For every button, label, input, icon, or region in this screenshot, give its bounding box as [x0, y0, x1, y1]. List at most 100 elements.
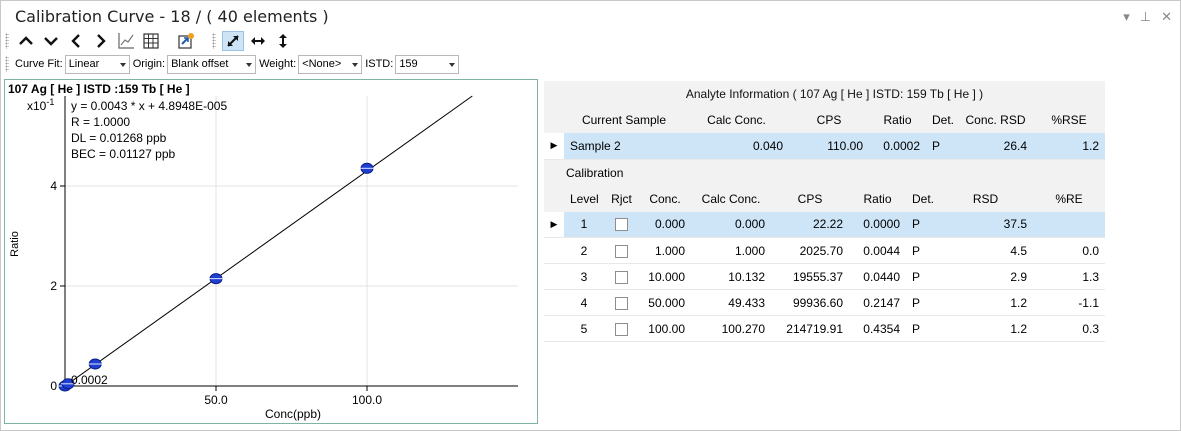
rsd-cell: 37.5 [938, 211, 1033, 238]
calibration-row[interactable]: 3 10.000 10.132 19555.37 0.0440 P 2.9 1.… [544, 263, 1105, 290]
toolbar-grip-2[interactable] [212, 33, 216, 49]
sample-name: Sample 2 [564, 133, 684, 160]
col-rjct: Rjct [604, 185, 639, 212]
istd-select[interactable]: 159 [395, 54, 460, 74]
zoom-vertical-button[interactable] [272, 31, 294, 51]
pin-icon[interactable]: ⊥ [1140, 10, 1151, 24]
next-element-button[interactable] [90, 31, 112, 51]
table-view-button[interactable] [140, 31, 162, 51]
col-current-sample: Current Sample [564, 107, 684, 133]
current-sample-row[interactable]: ▶ Sample 2 0.040 110.00 0.0002 P 26.4 1.… [544, 133, 1105, 160]
y-tick-label: 4 [50, 179, 57, 193]
first-element-button[interactable] [15, 31, 37, 51]
calibration-section-title: Calibration [544, 159, 1105, 186]
calc-conc-cell: 0.000 [691, 211, 771, 238]
reject-checkbox[interactable] [615, 270, 628, 284]
rsd-cell: 4.5 [938, 237, 1033, 264]
reject-checkbox[interactable] [615, 322, 628, 336]
col-cps: CPS [771, 185, 849, 212]
toolbar-grip-3[interactable] [5, 56, 9, 72]
equation-line: y = 0.0043 * x + 4.8948E-005 [71, 99, 227, 113]
dropdown-icon[interactable]: ▾ [1123, 10, 1130, 24]
cps-cell: 19555.37 [771, 263, 849, 290]
calibration-row[interactable]: 2 1.000 1.000 2025.70 0.0044 P 4.5 0.0 [544, 237, 1105, 264]
re-cell: -1.1 [1033, 289, 1105, 316]
reject-checkbox[interactable] [615, 218, 628, 232]
col-ratio: Ratio [849, 185, 906, 212]
conc-cell: 1.000 [639, 237, 691, 264]
conc-cell: 100.00 [639, 315, 691, 342]
reject-checkbox-cell [604, 211, 639, 238]
last-element-button[interactable] [40, 31, 62, 51]
toolbar-grip[interactable] [5, 33, 9, 49]
conc-cell: 0.000 [639, 211, 691, 238]
origin-value: Blank offset [171, 57, 229, 70]
calibration-row[interactable]: ▶ 1 0.000 0.000 22.22 0.0000 P 37.5 [544, 211, 1105, 238]
reject-checkbox[interactable] [615, 296, 628, 310]
level-cell: 4 [564, 289, 604, 316]
re-cell: 1.3 [1033, 263, 1105, 290]
rsd-cell: 1.2 [938, 289, 1033, 316]
re-cell: 0.0 [1033, 237, 1105, 264]
current-sample-header-row: Current Sample Calc Conc. CPS Ratio Det.… [544, 107, 1105, 133]
y-tick-label: 2 [50, 279, 57, 293]
sample-det: P [926, 133, 958, 160]
previous-element-button[interactable] [65, 31, 87, 51]
diagonal-resize-icon [227, 35, 239, 47]
sample-conc-rsd: 26.4 [958, 133, 1033, 160]
chevron-down-icon [246, 62, 253, 67]
chevron-right-icon [97, 34, 106, 48]
ratio-cell: 0.0440 [849, 263, 906, 290]
origin-label: Origin: [132, 58, 166, 70]
col-calc-conc: Calc Conc. [684, 107, 789, 133]
calibration-chart-panel[interactable]: 107 Ag [ He ] ISTD :159 Tb [ He ] x10-1 … [4, 79, 538, 424]
calc-conc-cell: 49.433 [691, 289, 771, 316]
close-icon[interactable]: ✕ [1161, 10, 1172, 24]
horizontal-resize-icon [251, 37, 265, 45]
row-indicator-icon: ▶ [544, 133, 564, 160]
origin-select[interactable]: Blank offset [167, 54, 257, 74]
det-cell: P [906, 237, 938, 264]
x-tick-label: 100.0 [352, 393, 382, 407]
row-indicator-icon [544, 289, 564, 316]
ratio-cell: 0.0044 [849, 237, 906, 264]
export-button[interactable] [175, 31, 197, 51]
row-indicator-icon: ▶ [544, 211, 564, 238]
zoom-fit-button[interactable] [222, 31, 244, 51]
row-indicator-icon [544, 263, 564, 290]
det-cell: P [906, 211, 938, 238]
weight-label: Weight: [259, 58, 297, 70]
zoom-horizontal-button[interactable] [247, 31, 269, 51]
reject-checkbox[interactable] [615, 244, 628, 258]
conc-cell: 10.000 [639, 263, 691, 290]
equation-box: y = 0.0043 * x + 4.8948E-005 R = 1.0000 … [71, 99, 227, 161]
cps-cell: 2025.70 [771, 237, 849, 264]
vertical-resize-icon [279, 34, 287, 48]
calibration-chart[interactable]: 107 Ag [ He ] ISTD :159 Tb [ He ] x10-1 … [5, 80, 537, 423]
chart-view-button[interactable] [115, 31, 137, 51]
export-report-icon [178, 33, 194, 49]
chevron-left-icon [71, 34, 80, 48]
chevron-down-icon [119, 62, 126, 67]
row-indicator-icon [544, 237, 564, 264]
calibration-row[interactable]: 4 50.000 49.433 99936.60 0.2147 P 1.2 -1… [544, 289, 1105, 316]
level-cell: 2 [564, 237, 604, 264]
chevron-up-icon [19, 36, 33, 45]
cps-cell: 99936.60 [771, 289, 849, 316]
calibration-row[interactable]: 5 100.00 100.270 214719.91 0.4354 P 1.2 … [544, 315, 1105, 342]
row-indicator-icon [544, 315, 564, 342]
level-cell: 1 [564, 211, 604, 238]
weight-select[interactable]: <None> [298, 54, 363, 74]
chevron-down-icon [449, 62, 456, 67]
chevron-down-icon [44, 37, 58, 46]
window-controls: ▾ ⊥ ✕ [1123, 10, 1172, 24]
reject-checkbox-cell [604, 315, 639, 342]
y-tick-label: 0 [50, 379, 57, 393]
analyte-info-area: Analyte Information ( 107 Ag [ He ] ISTD… [544, 81, 1105, 342]
curve-fit-select[interactable]: Linear [64, 54, 130, 74]
level-cell: 5 [564, 315, 604, 342]
calibration-table: Level Rjct Conc. Calc Conc. CPS Ratio De… [544, 185, 1105, 342]
line-chart-icon [118, 33, 134, 49]
istd-value: 159 [399, 57, 418, 70]
re-cell: 0.3 [1033, 315, 1105, 342]
